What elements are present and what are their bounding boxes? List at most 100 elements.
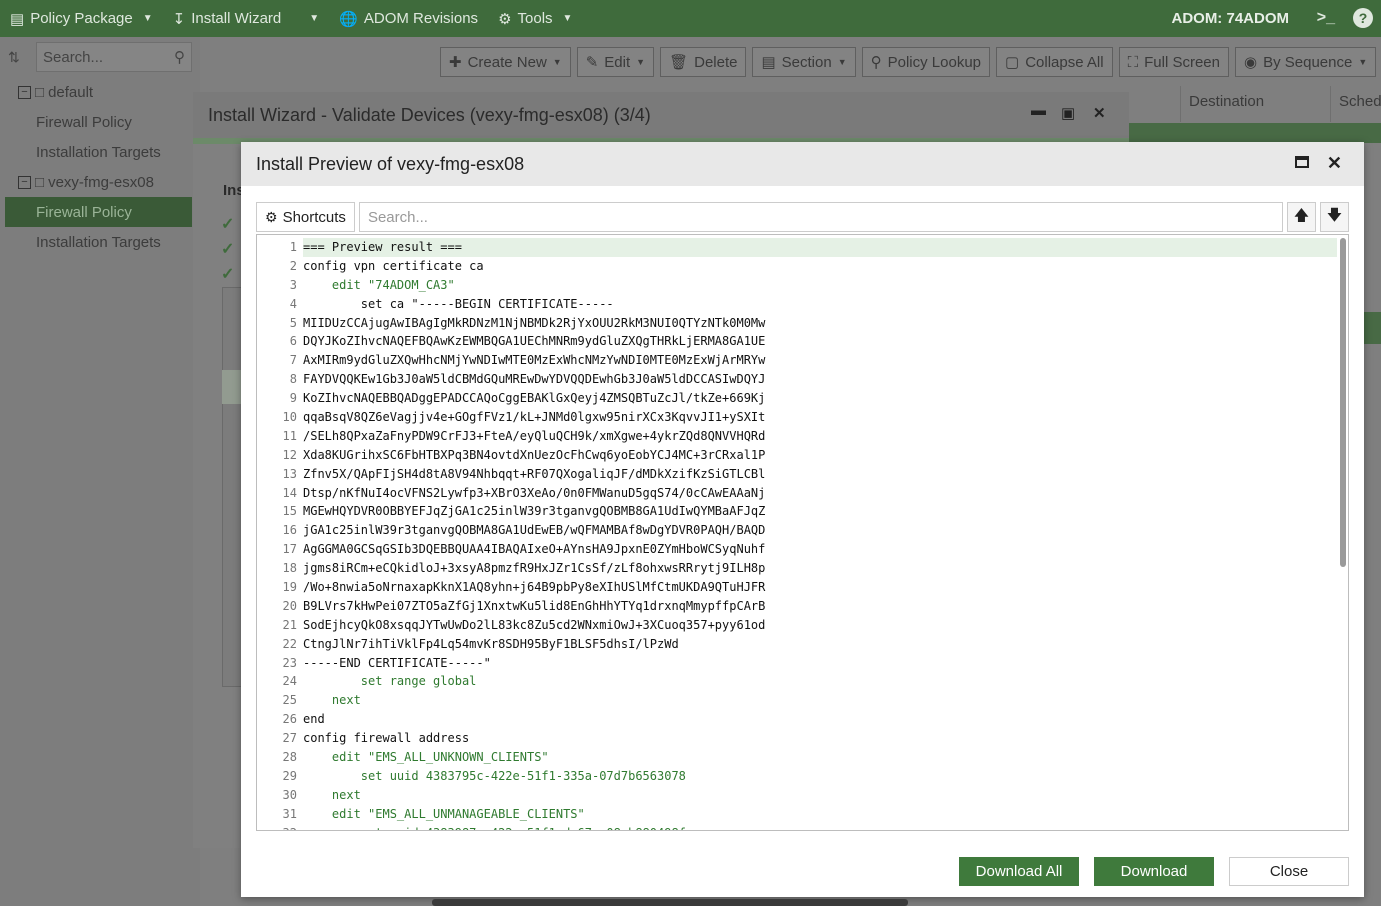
line-number: 7: [257, 351, 303, 371]
code-lines: 1 === Preview result === 2 config vpn certi…: [257, 238, 1337, 830]
edit-button[interactable]: ✎ Edit ▼: [576, 47, 655, 77]
code-text: AgGGMA0GCSqGSIb3DQEBBQUAA4IBAQAIxeO+AYns…: [303, 542, 766, 557]
help-icon[interactable]: ?: [1353, 8, 1373, 28]
search-previous-button[interactable]: 🡅: [1287, 202, 1316, 232]
line-number: 22: [257, 634, 303, 654]
vertical-scrollbar[interactable]: [1340, 238, 1346, 567]
collapse-all-button[interactable]: ▢ Collapse All: [996, 47, 1113, 77]
full-screen-button[interactable]: ⛶ Full Screen: [1118, 47, 1229, 77]
column-header-schedule[interactable]: Sched: [1330, 86, 1381, 122]
code-line: 30 next: [257, 785, 1337, 805]
chevron-down-icon: ▼: [562, 13, 573, 24]
chevron-down-icon: ▼: [636, 57, 646, 67]
shortcuts-button[interactable]: ⚙ Shortcuts: [256, 202, 355, 232]
lock-icon: □: [35, 173, 45, 191]
preview-search-input[interactable]: [358, 202, 1283, 232]
policy-lookup-button[interactable]: ⚲ Policy Lookup: [861, 47, 991, 77]
section-label: Section: [781, 53, 832, 71]
collapse-all-icon: ▢: [1005, 54, 1020, 71]
code-text: /SELh8QPxaZaFnyPDW9CrFJ3+FteA/eyQluQCH9k…: [303, 428, 766, 443]
code-text: jGA1c25inlW39r3tganvgQOBMA8GA1UdEwEB/wQF…: [303, 523, 766, 538]
code-text: === Preview result ===: [303, 238, 1337, 257]
install-icon: ↧: [172, 10, 186, 28]
code-text: Dtsp/nKfNuI4ocVFNS2Lywfp3+XBrO3XeAo/0n0F…: [303, 485, 766, 500]
delete-button[interactable]: 🗑 Delete: [660, 47, 747, 77]
section-button[interactable]: ▤ Section ▼: [752, 47, 856, 77]
maximize-icon[interactable]: [1295, 156, 1309, 168]
tree-item-firewall-policy-active[interactable]: Firewall Policy: [5, 197, 192, 227]
create-new-label: Create New: [467, 53, 547, 71]
sort-icon[interactable]: ⇅: [8, 49, 28, 66]
tree-item-installation-targets[interactable]: Installation Targets: [0, 227, 200, 257]
code-line: 23 -----END CERTIFICATE-----": [257, 653, 1337, 673]
code-line: 11/SELh8QPxaZaFnyPDW9CrFJ3+FteA/eyQluQCH…: [257, 426, 1337, 446]
tree-item-firewall-policy[interactable]: Firewall Policy: [0, 107, 200, 137]
policy-package-menu[interactable]: ▤ Policy Package ▼: [0, 0, 163, 37]
code-text: SodEjhcyQkO8xsqqJYTwUwDo2lL83kc8Zu5cd2WN…: [303, 617, 766, 632]
by-sequence-button[interactable]: ◉ By Sequence ▼: [1235, 47, 1377, 77]
code-text: next: [303, 693, 361, 708]
tools-menu[interactable]: ⚙ Tools ▼: [488, 0, 582, 37]
policy-package-label: Policy Package: [30, 10, 133, 27]
tree-item-installation-targets[interactable]: Installation Targets: [0, 137, 200, 167]
dialog-title: Install Preview of vexy-fmg-esx08: [256, 153, 525, 174]
code-text: set uuid 4383795c-422e-51f1-335a-07d7b65…: [303, 768, 686, 783]
adom-indicator[interactable]: ADOM: 74ADOM: [1171, 0, 1289, 37]
close-icon[interactable]: ✕: [1093, 104, 1106, 122]
close-icon[interactable]: ✕: [1327, 152, 1342, 174]
code-line: 14 Dtsp/nKfNuI4ocVFNS2Lywfp3+XBrO3XeAo/0n…: [257, 483, 1337, 503]
device-list-panel: [222, 287, 242, 687]
install-wizard-menu[interactable]: ↧ Install Wizard ▼: [163, 0, 330, 37]
maximize-icon[interactable]: ▣: [1061, 104, 1075, 122]
code-text: end: [303, 712, 325, 727]
code-line: 24 set range global: [257, 672, 1337, 692]
adom-revisions-menu[interactable]: 🌐 ADOM Revisions: [329, 0, 488, 37]
terminal-icon[interactable]: >_: [1317, 9, 1335, 27]
by-sequence-label: By Sequence: [1263, 53, 1353, 71]
tree-node-vexy-fmg-esx08[interactable]: − □ vexy-fmg-esx08: [0, 167, 200, 197]
code-text: MGEwHQYDVR0OBBYEFJqZjGA1c25inlW39r3tganv…: [303, 504, 766, 519]
arrow-up-icon: 🡅: [1293, 206, 1310, 224]
code-line: 26 end: [257, 710, 1337, 730]
minimize-icon[interactable]: ▬: [1031, 102, 1046, 119]
code-text: set range global: [303, 674, 477, 689]
policy-lookup-label: Policy Lookup: [887, 53, 982, 71]
collapse-icon[interactable]: −: [18, 85, 31, 99]
line-number: 24: [257, 672, 303, 692]
tools-label: Tools: [517, 10, 553, 27]
line-number: 1: [257, 238, 303, 257]
line-number: 25: [257, 691, 303, 711]
arrow-down-icon: 🡇: [1326, 206, 1343, 224]
line-number: 21: [257, 615, 303, 635]
top-navigation-bar: ▤ Policy Package ▼ ↧ Install Wizard ▼ 🌐 …: [0, 0, 1381, 37]
search-next-button[interactable]: 🡇: [1320, 202, 1349, 232]
close-button[interactable]: Close: [1229, 857, 1349, 886]
device-row-selected[interactable]: [222, 370, 242, 404]
tree-node-default[interactable]: − □ default: [0, 77, 200, 107]
line-number: 31: [257, 804, 303, 824]
page-horizontal-scrollbar[interactable]: [432, 899, 908, 906]
line-number: 6: [257, 332, 303, 352]
download-all-button[interactable]: Download All: [959, 857, 1079, 886]
collapse-icon[interactable]: −: [18, 175, 31, 189]
create-new-button[interactable]: ✚ Create New ▼: [440, 47, 571, 77]
preview-code-editor[interactable]: 1 === Preview result === 2 config vpn certi…: [256, 234, 1349, 831]
eye-icon: ◉: [1244, 54, 1258, 71]
lookup-icon: ⚲: [870, 54, 882, 71]
download-button[interactable]: Download: [1094, 857, 1214, 886]
sidebar-search-input[interactable]: Search... ⚲: [36, 42, 192, 72]
check-icon: ✓: [221, 241, 235, 258]
code-line: 3 edit "74ADOM_CA3": [257, 275, 1337, 295]
line-number: 8: [257, 370, 303, 390]
fullscreen-icon: ⛶: [1127, 53, 1139, 71]
table-row-highlight: [1129, 123, 1381, 143]
code-line: 19/Wo+8nwia5oNrnaxapKknX1AQ8yhn+j64B9pbP…: [257, 578, 1337, 597]
column-header-destination[interactable]: Destination: [1180, 86, 1330, 122]
install-preview-dialog: Install Preview of vexy-fmg-esx08 ✕ ⚙ Sh…: [241, 142, 1364, 897]
code-line: 6 DQYJKoZIhvcNAQEFBQAwKzEWMBQGA1UEChMNRm9…: [257, 332, 1337, 352]
code-line: 28 edit "EMS_ALL_UNKNOWN_CLIENTS": [257, 748, 1337, 767]
chevron-down-icon: ▼: [309, 13, 320, 24]
sidebar-search-row: ⇅ Search... ⚲: [0, 37, 200, 77]
code-text: jgms8iRCm+eCQkidloJ+3xsyA8pmzfR9HxJZr1Cs…: [303, 561, 766, 576]
plus-icon: ✚: [449, 54, 462, 71]
